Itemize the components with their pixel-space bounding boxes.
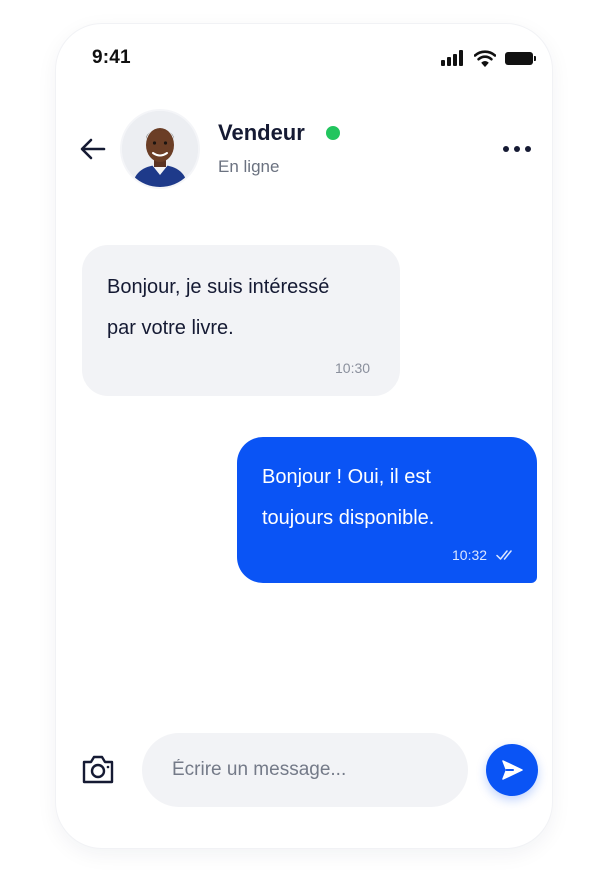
double-check-icon [496, 550, 512, 560]
phone-frame: 9:41 Vendeur En ligne Bonjour, je suis i… [56, 24, 552, 848]
message-text-line: par votre livre. [107, 317, 234, 339]
more-options-icon[interactable] [500, 136, 534, 162]
send-button[interactable] [486, 744, 538, 796]
arrow-left-icon[interactable] [78, 134, 108, 164]
online-indicator [326, 126, 340, 140]
camera-icon[interactable] [80, 752, 116, 786]
status-time: 9:41 [92, 47, 131, 68]
message-timestamp: 10:30 [335, 360, 371, 376]
seller-avatar-image [122, 111, 198, 187]
send-icon [502, 760, 523, 780]
message-input[interactable] [142, 733, 468, 807]
signal-icon [441, 50, 463, 66]
avatar[interactable] [122, 111, 198, 187]
message-text-line: toujours disponible. [262, 507, 435, 529]
incoming-message-bubble: Bonjour, je suis intéressé par votre liv… [82, 245, 400, 396]
status-icons [441, 50, 537, 68]
message-text-line: Bonjour, je suis intéressé [107, 276, 330, 298]
battery-icon [505, 52, 536, 65]
contact-status: En ligne [218, 157, 280, 176]
outgoing-message-bubble: Bonjour ! Oui, il est toujours disponibl… [237, 437, 537, 583]
message-text-line: Bonjour ! Oui, il est [262, 466, 431, 488]
message-timestamp: 10:32 [452, 547, 488, 563]
contact-name: Vendeur [218, 120, 305, 145]
wifi-icon [474, 50, 496, 67]
